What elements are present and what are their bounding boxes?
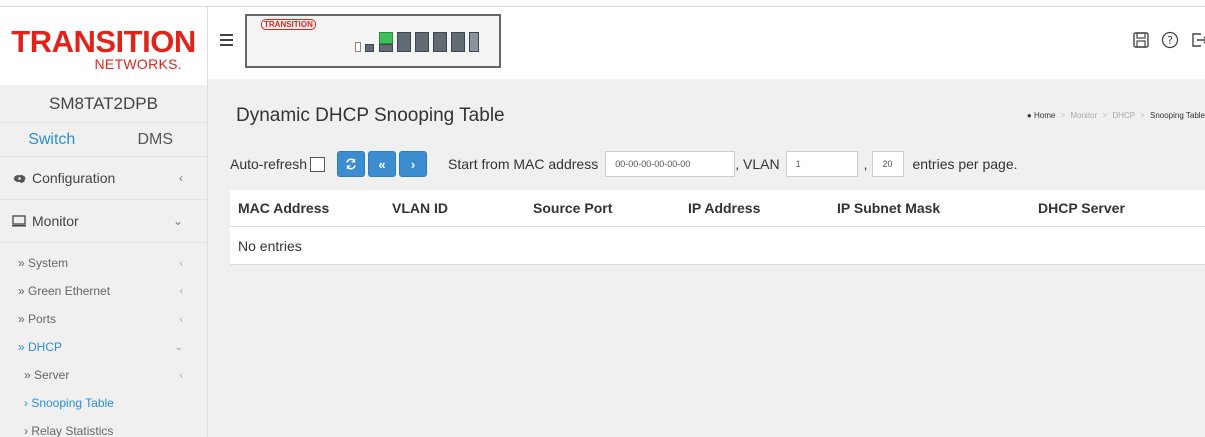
column-header-vlan[interactable]: VLAN ID (384, 200, 525, 216)
column-header-dhcp-server[interactable]: DHCP Server (1030, 200, 1200, 216)
breadcrumb: ● Home > Monitor > DHCP > Snooping Table (1027, 111, 1205, 120)
sidebar-tabs: Switch DMS (0, 123, 207, 157)
gear-icon (12, 171, 26, 185)
device-logo: TRANSITION (261, 19, 316, 30)
chevron-left-icon: ‹ (179, 171, 183, 185)
device-panel-image: TRANSITION (245, 14, 501, 68)
chevron-left-icon: ‹ (179, 313, 183, 325)
column-header-ip-address[interactable]: IP Address (680, 200, 829, 216)
device-port (379, 44, 393, 52)
column-header-mac[interactable]: MAC Address (230, 200, 384, 216)
column-header-source-port[interactable]: Source Port (525, 200, 680, 216)
top-border (0, 0, 1205, 7)
menu-monitor[interactable]: Monitor ⌄ (0, 200, 207, 243)
chevron-left-icon: ‹ (179, 369, 183, 381)
breadcrumb-separator: > (1060, 111, 1066, 120)
logo-text: TRANSITION (11, 24, 196, 59)
table-row: No entries (230, 227, 1205, 265)
sidebar-item-system[interactable]: » System ‹ (0, 249, 207, 277)
sidebar-item-label: » Green Ethernet (18, 284, 111, 298)
first-page-button[interactable]: « (368, 151, 397, 177)
sidebar-item-label: » Ports (18, 312, 57, 326)
chevron-left-icon: ‹ (179, 285, 183, 297)
sidebar-item-server[interactable]: » Server ‹ (0, 361, 207, 389)
breadcrumb-dhcp[interactable]: DHCP (1112, 111, 1135, 120)
sidebar-item-label: » System (18, 256, 69, 270)
auto-refresh-label: Auto-refresh (230, 156, 308, 172)
menu-monitor-label: Monitor (32, 213, 79, 229)
breadcrumb-separator: > (1140, 111, 1145, 120)
sidebar-item-ports[interactable]: » Ports ‹ (0, 305, 207, 333)
sidebar-item-label: › Relay Statistics (24, 424, 114, 437)
entries-per-page-input[interactable]: 20 (872, 151, 905, 177)
brand-logo[interactable]: TRANSITION NETWORKS. (0, 7, 207, 85)
sidebar-item-label: » Server (24, 368, 70, 382)
monitor-icon (12, 214, 26, 228)
device-port (415, 32, 429, 52)
hamburger-menu-icon[interactable] (220, 34, 233, 46)
next-page-button[interactable]: › (399, 151, 428, 177)
snooping-table: MAC Address VLAN ID Source Port IP Addre… (230, 190, 1205, 265)
chevron-right-icon: › (410, 156, 416, 172)
device-port (469, 32, 479, 52)
device-port (365, 44, 374, 52)
tab-dms[interactable]: DMS (104, 123, 208, 156)
svg-text:?: ? (1167, 34, 1173, 47)
auto-refresh-checkbox[interactable] (310, 156, 326, 172)
table-controls: Auto-refresh « › Start from MAC address … (230, 150, 1018, 178)
menu-configuration[interactable]: Configuration ‹ (0, 157, 207, 200)
refresh-button[interactable] (337, 151, 366, 177)
sidebar-item-dhcp[interactable]: » DHCP ⌄ (0, 333, 207, 361)
device-port (433, 32, 447, 52)
empty-message: No entries (238, 237, 302, 254)
breadcrumb-current: Snooping Table (1149, 111, 1205, 120)
sidebar-item-relay-statistics[interactable]: › Relay Statistics (0, 417, 207, 437)
device-port-active (379, 32, 393, 44)
logout-icon[interactable] (1190, 31, 1205, 49)
device-port (451, 32, 465, 52)
device-port (397, 32, 411, 52)
device-port (355, 42, 361, 52)
header: TRANSITION ? (208, 7, 1205, 79)
refresh-icon (346, 158, 356, 170)
double-chevron-left-icon: « (378, 156, 386, 172)
table-header: MAC Address VLAN ID Source Port IP Addre… (230, 190, 1205, 227)
tab-switch[interactable]: Switch (0, 123, 104, 156)
vlan-label: , VLAN (735, 156, 780, 172)
help-icon[interactable]: ? (1161, 31, 1179, 49)
vlan-input[interactable]: 1 (785, 151, 858, 177)
menu-configuration-label: Configuration (32, 170, 116, 186)
sidebar-item-green-ethernet[interactable]: » Green Ethernet ‹ (0, 277, 207, 305)
save-icon[interactable] (1132, 31, 1150, 49)
comma-separator: , (863, 156, 868, 172)
sidebar-item-label: › Snooping Table (24, 396, 114, 410)
main-content: Dynamic DHCP Snooping Table ● Home > Mon… (208, 79, 1205, 437)
column-header-subnet-mask[interactable]: IP Subnet Mask (829, 200, 1030, 216)
chevron-left-icon: ‹ (179, 257, 183, 269)
logo-subtext: NETWORKS. (94, 56, 182, 72)
home-icon: ● (1026, 111, 1032, 120)
device-name: SM8TAT2DPB (0, 85, 207, 123)
breadcrumb-separator: > (1102, 111, 1108, 120)
entries-per-page-label: entries per page. (912, 156, 1018, 172)
page-title: Dynamic DHCP Snooping Table (236, 105, 505, 126)
chevron-down-icon: ⌄ (172, 214, 183, 228)
breadcrumb-home[interactable]: Home (1034, 111, 1055, 120)
mac-address-input[interactable]: 00-00-00-00-00-00 (605, 151, 736, 177)
breadcrumb-monitor[interactable]: Monitor (1070, 111, 1097, 120)
start-mac-label: Start from MAC address (448, 156, 599, 172)
sidebar-item-label: » DHCP (18, 340, 63, 354)
chevron-down-icon: ⌄ (174, 341, 183, 353)
sidebar-item-snooping-table[interactable]: › Snooping Table (0, 389, 207, 417)
sidebar: TRANSITION NETWORKS. SM8TAT2DPB Switch D… (0, 7, 208, 437)
